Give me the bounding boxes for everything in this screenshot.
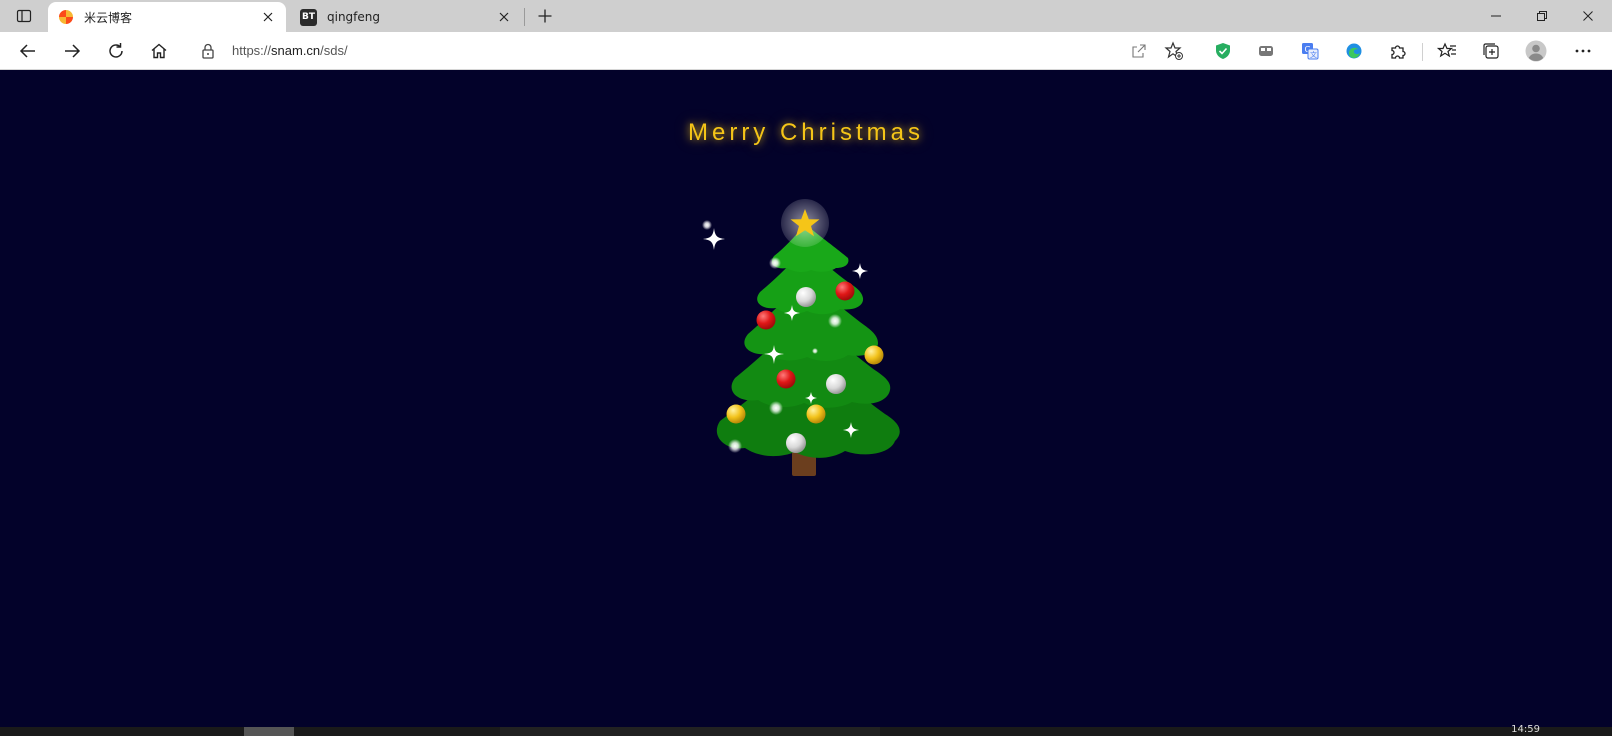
url-text[interactable]: https://snam.cn/sds/ (232, 43, 348, 58)
ornament-gold (864, 345, 884, 365)
new-tab-button[interactable] (530, 3, 560, 29)
extension-game-button[interactable] (1250, 36, 1282, 66)
glow-light (812, 348, 818, 354)
settings-more-button[interactable] (1567, 36, 1599, 66)
home-button[interactable] (143, 36, 175, 66)
ornament-red (756, 310, 776, 330)
ornament-red (835, 281, 855, 301)
taskbar-clock[interactable]: 14:59 (1511, 724, 1540, 735)
extension-shield-button[interactable] (1207, 36, 1239, 66)
tab-separator (524, 8, 525, 26)
url-scheme: https:// (232, 43, 272, 58)
minimize-button[interactable] (1474, 0, 1518, 32)
ornament-silver (796, 287, 816, 307)
christmas-tree (680, 196, 930, 516)
glow-light (702, 220, 712, 230)
gamepad-icon (1259, 46, 1273, 56)
tab-blog[interactable]: 米云博客 (48, 2, 286, 32)
ornament-gold (806, 404, 826, 424)
tab-actions-button[interactable] (8, 3, 40, 29)
open-in-app-button[interactable] (1128, 40, 1150, 62)
sparkle-icon (703, 228, 725, 250)
collections-icon (1483, 43, 1499, 59)
extension-edge-button[interactable] (1338, 36, 1370, 66)
back-button[interactable] (12, 36, 44, 66)
ornament-gold (726, 404, 746, 424)
address-bar[interactable]: https://snam.cn/sds/ (188, 36, 1195, 66)
url-path: /sds/ (320, 43, 348, 58)
bt-favicon-icon: BT (300, 8, 317, 26)
blog-favicon-icon (58, 9, 74, 25)
lock-icon[interactable] (200, 43, 216, 59)
arrow-right-icon (65, 44, 81, 58)
tab-title: 米云博客 (84, 10, 133, 25)
close-tab-button[interactable] (258, 7, 278, 27)
extensions-button[interactable] (1382, 36, 1414, 66)
restore-icon (1537, 11, 1547, 21)
tab-strip: 米云博客 BT qingfeng (0, 0, 1612, 32)
close-icon (1583, 11, 1593, 21)
close-icon (499, 12, 509, 22)
profile-button[interactable] (1520, 36, 1552, 66)
edge-logo-icon (1346, 43, 1362, 59)
christmas-tree-illustration (702, 199, 900, 476)
close-tab-button[interactable] (494, 7, 514, 27)
svg-text:文: 文 (1310, 50, 1317, 59)
taskbar-app-strip (500, 727, 880, 736)
open-external-icon (1132, 44, 1146, 58)
close-icon (263, 12, 273, 22)
more-horizontal-icon (1575, 49, 1591, 53)
vertical-tabs-icon (16, 9, 32, 23)
taskbar-app-button[interactable] (244, 727, 294, 736)
star-add-icon (1164, 41, 1183, 60)
favorites-button[interactable] (1431, 36, 1463, 66)
ornament-silver (786, 433, 806, 453)
page-viewport: Merry Christmas (0, 71, 1612, 727)
toolbar-separator (1422, 43, 1423, 61)
refresh-button[interactable] (100, 36, 132, 66)
glow-light (769, 401, 783, 415)
url-host: snam.cn (271, 43, 321, 58)
puzzle-icon (1391, 45, 1406, 59)
page-title: Merry Christmas (687, 119, 924, 146)
shield-icon (1216, 43, 1230, 59)
minimize-icon (1491, 15, 1501, 17)
extension-translate-button[interactable]: G文 (1294, 36, 1326, 66)
collections-button[interactable] (1475, 36, 1507, 66)
browser-toolbar: https://snam.cn/sds/ G文 (0, 32, 1612, 70)
refresh-icon (109, 43, 123, 58)
sparkle-icon (852, 263, 868, 279)
taskbar: 14:59 (0, 724, 1612, 736)
restore-button[interactable] (1520, 0, 1564, 32)
ornament-red (776, 369, 796, 389)
glow-light (728, 439, 742, 453)
arrow-left-icon (19, 44, 35, 58)
forward-button[interactable] (56, 36, 88, 66)
translate-icon: G文 (1302, 43, 1319, 60)
glow-light (828, 314, 842, 328)
avatar-icon (1525, 40, 1547, 62)
close-window-button[interactable] (1566, 0, 1610, 32)
plus-icon (538, 9, 552, 23)
tab-title: qingfeng (327, 10, 381, 24)
add-favorite-button[interactable] (1163, 40, 1185, 62)
home-icon (151, 43, 167, 59)
tab-qingfeng[interactable]: BT qingfeng (290, 2, 522, 32)
ornament-silver (826, 374, 846, 394)
glow-light (769, 257, 781, 269)
favorites-icon (1437, 42, 1456, 58)
